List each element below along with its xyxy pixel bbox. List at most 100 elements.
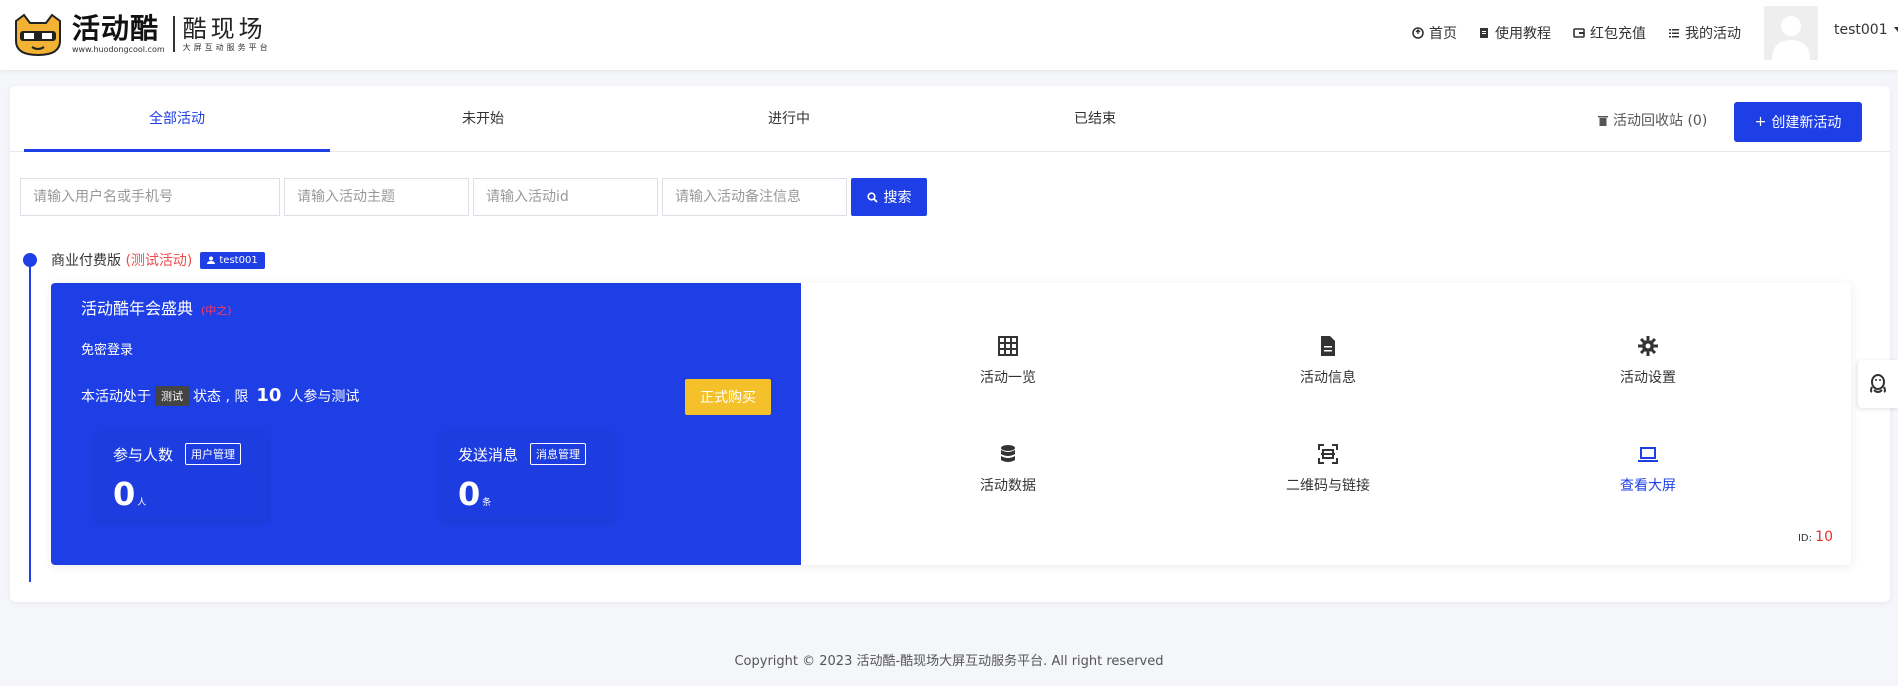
plus-icon: + bbox=[1754, 114, 1767, 130]
messages-stat: 发送消息 消息管理 0 条 bbox=[442, 433, 612, 519]
id-search-input[interactable] bbox=[473, 178, 658, 216]
participants-unit: 人 bbox=[137, 498, 147, 508]
tab-not-started[interactable]: 未开始 bbox=[330, 86, 636, 152]
action-view-screen[interactable]: 查看大屏 bbox=[1568, 443, 1728, 495]
messages-unit: 条 bbox=[482, 498, 492, 508]
main-card: 全部活动 未开始 进行中 已结束 活动回收站 (0) + 创建新活动 搜索 商业… bbox=[10, 86, 1890, 602]
timeline-dot bbox=[23, 253, 37, 267]
state-suffix: 人参与测试 bbox=[289, 388, 360, 405]
messages-label: 发送消息 bbox=[458, 445, 519, 464]
nav-home[interactable]: 首页 bbox=[1412, 22, 1457, 44]
logo[interactable]: 活动酷 www.huodongcool.com 酷现场 大屏互动服务平台 bbox=[10, 10, 271, 58]
trash-icon bbox=[1598, 115, 1608, 126]
action-info-label: 活动信息 bbox=[1300, 370, 1356, 386]
doc-icon bbox=[1480, 28, 1488, 38]
file-icon bbox=[1321, 336, 1335, 356]
participants-label: 参与人数 bbox=[113, 445, 174, 464]
action-data-label: 活动数据 bbox=[980, 478, 1036, 494]
activity-id: ID: 10 bbox=[1798, 529, 1833, 545]
nav-tutorial[interactable]: 使用教程 bbox=[1478, 22, 1551, 44]
action-info[interactable]: 活动信息 bbox=[1248, 335, 1408, 387]
tab-in-progress[interactable]: 进行中 bbox=[636, 86, 942, 152]
message-management-button[interactable]: 消息管理 bbox=[530, 443, 587, 465]
grid-icon bbox=[998, 336, 1018, 356]
participants-count: 0 bbox=[113, 475, 136, 513]
product-name: 酷现场 bbox=[182, 15, 267, 43]
note-search-input[interactable] bbox=[662, 178, 847, 216]
brand-name: 活动酷 bbox=[72, 12, 160, 45]
nav-my-activities-label: 我的活动 bbox=[1685, 26, 1741, 42]
search-icon bbox=[866, 191, 878, 203]
theme-search-input[interactable] bbox=[284, 178, 469, 216]
action-data[interactable]: 活动数据 bbox=[928, 443, 1088, 495]
search-button[interactable]: 搜索 bbox=[851, 178, 927, 216]
action-view-screen-label: 查看大屏 bbox=[1620, 478, 1676, 494]
participants-stat: 参与人数 用户管理 0 人 bbox=[97, 433, 267, 519]
caret-down-icon bbox=[1893, 27, 1898, 32]
activity-summary: 活动酷年会盛典 (中之) 免密登录 本活动处于 测试 状态 , 限 10 人参与… bbox=[51, 283, 801, 565]
tab-all[interactable]: 全部活动 bbox=[24, 86, 330, 152]
filter-bar: 搜索 bbox=[20, 178, 927, 216]
top-header: 活动酷 www.huodongcool.com 酷现场 大屏互动服务平台 首页 … bbox=[0, 0, 1898, 70]
avatar[interactable] bbox=[1764, 6, 1818, 60]
username-label: test001 bbox=[1834, 22, 1888, 38]
gear-icon bbox=[1638, 336, 1658, 356]
nav-recharge-label: 红包充值 bbox=[1590, 26, 1646, 42]
login-mode: 免密登录 bbox=[81, 343, 134, 358]
activity-id-label: ID: bbox=[1797, 533, 1812, 544]
activity-actions: 活动一览 活动信息 活动设置 活动数据 二维码与链接 查看大屏 ID: 10 bbox=[801, 283, 1851, 565]
user-icon bbox=[207, 256, 216, 264]
state-badge: 测试 bbox=[155, 385, 189, 406]
user-search-input[interactable] bbox=[20, 178, 280, 216]
brand-url: www.huodongcool.com bbox=[72, 45, 165, 54]
state-prefix: 本活动处于 bbox=[81, 388, 151, 405]
nav-tutorial-label: 使用教程 bbox=[1495, 26, 1551, 42]
action-qrcode-label: 二维码与链接 bbox=[1286, 478, 1370, 494]
footer-copyright: Copyright © 2023 活动酷-酷现场大屏互动服务平台. All ri… bbox=[734, 654, 1164, 669]
recycle-bin-label: 活动回收站 (0) bbox=[1613, 113, 1708, 129]
test-activity-tag: (测试活动) bbox=[125, 253, 193, 269]
state-mid: 状态 , 限 bbox=[193, 388, 249, 405]
nav-recharge[interactable]: 红包充值 bbox=[1573, 22, 1646, 44]
timeline-line bbox=[29, 264, 31, 582]
nav-my-activities[interactable]: 我的活动 bbox=[1668, 22, 1741, 44]
nav-home-label: 首页 bbox=[1429, 26, 1457, 42]
search-label: 搜索 bbox=[883, 190, 912, 206]
messages-count: 0 bbox=[458, 475, 481, 513]
activity-title: 活动酷年会盛典 (中之) bbox=[81, 295, 232, 319]
action-qrcode[interactable]: 二维码与链接 bbox=[1248, 443, 1408, 495]
activity-title-text: 活动酷年会盛典 bbox=[81, 299, 194, 318]
tabs-bar: 全部活动 未开始 进行中 已结束 活动回收站 (0) + 创建新活动 bbox=[10, 86, 1890, 152]
list-icon bbox=[1669, 29, 1679, 38]
laptop-icon bbox=[1638, 447, 1658, 462]
product-tagline: 大屏互动服务平台 bbox=[182, 43, 271, 52]
buy-button[interactable]: 正式购买 bbox=[685, 379, 771, 415]
create-activity-label: 创建新活动 bbox=[1771, 115, 1842, 131]
action-settings[interactable]: 活动设置 bbox=[1568, 335, 1728, 387]
qq-support-button[interactable] bbox=[1858, 360, 1898, 408]
create-activity-button[interactable]: + 创建新活动 bbox=[1734, 102, 1862, 142]
activity-id-value: 10 bbox=[1815, 529, 1833, 545]
plan-label: 商业付费版 bbox=[51, 253, 121, 269]
logo-divider bbox=[172, 16, 175, 52]
database-icon bbox=[1001, 445, 1015, 462]
recycle-bin-link[interactable]: 活动回收站 (0) bbox=[1598, 110, 1707, 130]
user-badge-label: test001 bbox=[219, 254, 258, 266]
qrcode-scan-icon bbox=[1318, 444, 1338, 464]
user-menu[interactable]: test001 bbox=[1834, 22, 1898, 38]
activity-card: 活动酷年会盛典 (中之) 免密登录 本活动处于 测试 状态 , 限 10 人参与… bbox=[51, 283, 1851, 565]
home-icon bbox=[1412, 27, 1424, 39]
action-settings-label: 活动设置 bbox=[1620, 370, 1676, 386]
activity-status: (中之) bbox=[201, 304, 232, 317]
activity-state: 本活动处于 测试 状态 , 限 10 人参与测试 bbox=[81, 385, 359, 406]
qq-icon bbox=[1870, 374, 1886, 393]
wallet-icon bbox=[1573, 28, 1585, 38]
user-badge: test001 bbox=[200, 251, 265, 269]
tab-ended[interactable]: 已结束 bbox=[942, 86, 1248, 152]
action-overview[interactable]: 活动一览 bbox=[928, 335, 1088, 387]
mascot-icon bbox=[10, 11, 66, 57]
user-management-button[interactable]: 用户管理 bbox=[185, 443, 242, 465]
timeline-header: 商业付费版 (测试活动) test001 bbox=[51, 250, 265, 270]
participant-limit: 10 bbox=[256, 385, 282, 406]
action-overview-label: 活动一览 bbox=[980, 370, 1036, 386]
